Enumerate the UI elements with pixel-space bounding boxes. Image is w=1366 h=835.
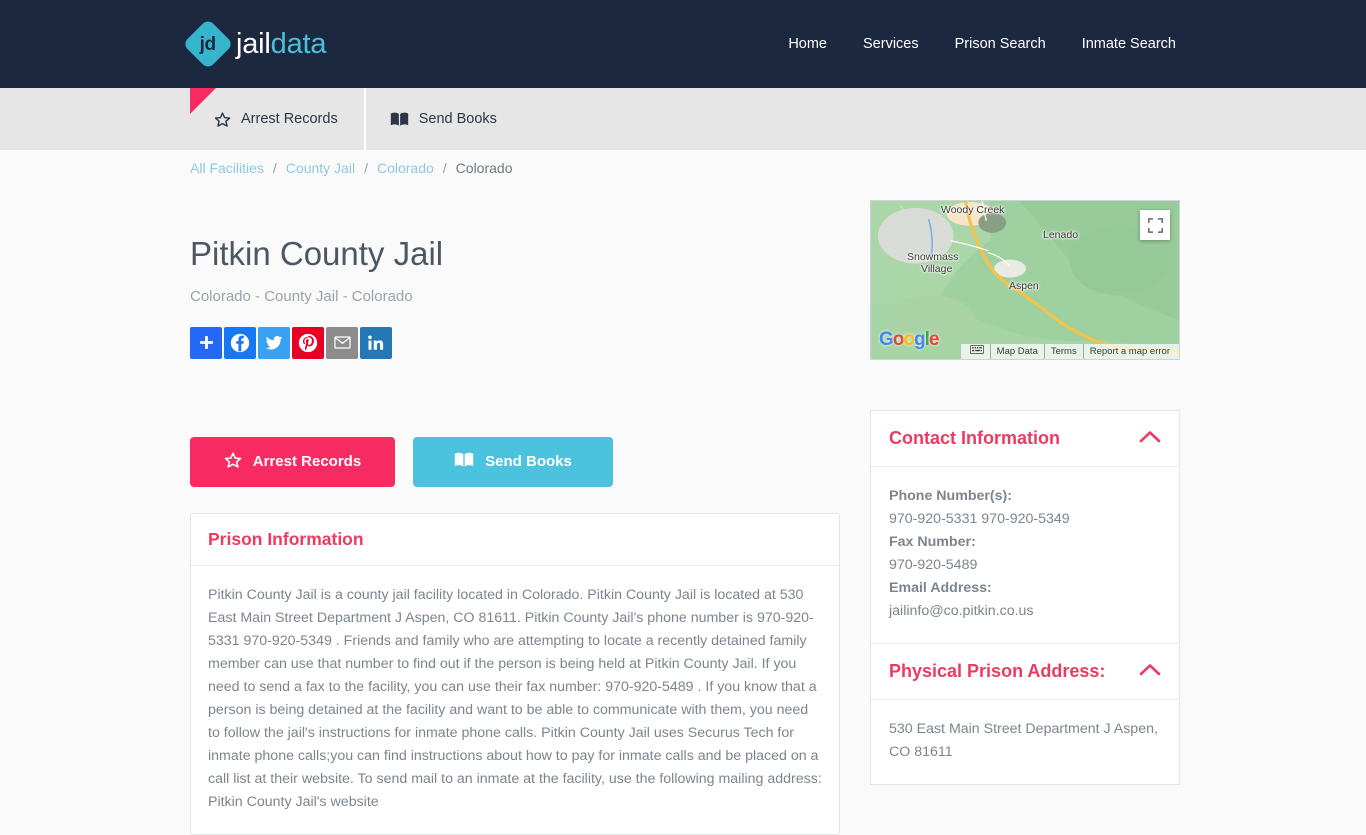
send-books-button[interactable]: Send Books: [413, 436, 613, 487]
send-books-button-label: Send Books: [485, 453, 572, 471]
page-title: Pitkin County Jail: [190, 235, 444, 272]
map-footer-report-error[interactable]: Report a map error: [1082, 344, 1176, 359]
prison-information-body: Pitkin County Jail is a county jail faci…: [191, 566, 839, 834]
tab-send-books[interactable]: Send Books: [363, 88, 523, 150]
tab-arrest-records[interactable]: Arrest Records: [190, 88, 364, 150]
linkedin-icon[interactable]: [360, 326, 392, 359]
nav-item-home[interactable]: Home: [788, 36, 827, 52]
star-icon: [224, 451, 242, 473]
contact-information-card: Contact Information Phone Number(s): 970…: [871, 411, 1179, 644]
chevron-up-icon[interactable]: [1139, 663, 1161, 681]
physical-address-title: Physical Prison Address:: [889, 661, 1106, 681]
fullscreen-icon[interactable]: [1140, 210, 1170, 240]
fax-value: 970-920-5489: [889, 557, 978, 573]
map-label-aspen: Aspen: [1009, 280, 1039, 292]
contact-information-header[interactable]: Contact Information: [871, 411, 1179, 467]
phone-value: 970-920-5331 970-920-5349: [889, 511, 1070, 527]
breadcrumb: All Facilities / County Jail / Colorado …: [190, 150, 1176, 176]
content-grid: Pitkin County Jail Colorado - County Jai…: [190, 176, 1180, 835]
prison-information-title: Prison Information: [208, 528, 364, 549]
sidebar-panels: Contact Information Phone Number(s): 970…: [870, 410, 1180, 785]
tab-arrest-records-label: Arrest Records: [241, 111, 338, 127]
location-map[interactable]: Woody Creek Lenado Snowmass Village Aspe…: [870, 200, 1180, 360]
chevron-up-icon[interactable]: [1139, 430, 1161, 448]
map-label-lenado: Lenado: [1043, 229, 1079, 241]
star-icon: [214, 111, 231, 128]
prison-information-card: Prison Information Pitkin County Jail is…: [190, 512, 840, 835]
breadcrumb-item-county-jail[interactable]: County Jail: [286, 160, 355, 176]
breadcrumb-item-all-facilities[interactable]: All Facilities: [190, 160, 264, 176]
nav-item-prison-search[interactable]: Prison Search: [955, 36, 1046, 52]
map-footer: Map Data Terms Report a map error: [960, 344, 1179, 359]
keyboard-icon[interactable]: [964, 344, 990, 359]
page-subtitle: Colorado - County Jail - Colorado: [190, 287, 413, 305]
breadcrumb-item-current: Colorado: [455, 160, 513, 176]
breadcrumb-item-colorado[interactable]: Colorado: [377, 160, 434, 176]
tab-send-books-label: Send Books: [418, 111, 497, 127]
pinterest-icon[interactable]: [292, 326, 324, 359]
arrest-records-button-label: Arrest Records: [252, 453, 362, 471]
site-header: jd jaildata Home Services Prison Search …: [0, 0, 1366, 88]
physical-address-value: 530 East Main Street Department J Aspen,…: [889, 721, 1158, 760]
physical-address-header[interactable]: Physical Prison Address:: [871, 644, 1179, 700]
jd-diamond-icon: jd: [182, 18, 234, 70]
nav-item-services[interactable]: Services: [863, 36, 919, 52]
main-navigation: Home Services Prison Search Inmate Searc…: [788, 36, 1176, 52]
brand-logo[interactable]: jd jaildata: [182, 18, 327, 70]
contact-information-body: Phone Number(s): 970-920-5331 970-920-53…: [871, 467, 1179, 643]
brand-word-data: data: [270, 27, 327, 60]
email-icon[interactable]: [326, 326, 358, 359]
map-label-village: Village: [921, 263, 953, 275]
nav-item-inmate-search[interactable]: Inmate Search: [1082, 36, 1176, 52]
open-book-icon: [390, 112, 409, 127]
secondary-tabbar: Arrest Records Send Books: [0, 88, 1366, 150]
map-label-woody-creek: Woody Creek: [941, 204, 1005, 216]
addthis-share-icon[interactable]: [190, 326, 222, 359]
google-logo: Google: [879, 329, 939, 350]
prison-information-text: Pitkin County Jail is a county jail faci…: [208, 586, 822, 810]
brand-mark-text: jd: [200, 33, 216, 55]
prison-information-header: Prison Information: [191, 514, 839, 566]
phone-label: Phone Number(s):: [889, 488, 1012, 504]
email-label: Email Address:: [889, 580, 992, 596]
map-label-snowmass: Snowmass: [907, 251, 959, 263]
breadcrumb-separator: /: [272, 160, 277, 176]
open-book-icon: [454, 452, 474, 472]
page-container: All Facilities / County Jail / Colorado …: [0, 150, 1366, 835]
social-share-bar: [190, 326, 840, 359]
map-footer-terms[interactable]: Terms: [1043, 344, 1083, 359]
sidebar-column: Woody Creek Lenado Snowmass Village Aspe…: [870, 200, 1180, 835]
action-buttons: Arrest Records Send Books: [190, 436, 840, 487]
main-column: Pitkin County Jail Colorado - County Jai…: [190, 200, 840, 835]
email-value: jailinfo@co.pitkin.co.us: [889, 603, 1034, 619]
physical-address-body: 530 East Main Street Department J Aspen,…: [871, 700, 1179, 784]
contact-information-title: Contact Information: [889, 428, 1060, 448]
fax-label: Fax Number:: [889, 534, 976, 550]
breadcrumb-separator: /: [364, 160, 368, 176]
corner-ribbon: [190, 88, 216, 114]
brand-word-jail: jail: [236, 27, 271, 60]
arrest-records-button[interactable]: Arrest Records: [190, 436, 395, 487]
breadcrumb-separator: /: [442, 160, 447, 176]
map-footer-map-data[interactable]: Map Data: [989, 344, 1044, 359]
twitter-icon[interactable]: [258, 326, 290, 359]
facebook-icon[interactable]: [224, 326, 256, 359]
physical-address-card: Physical Prison Address: 530 East Main S…: [871, 644, 1179, 784]
brand-wordmark: jaildata: [236, 27, 327, 60]
